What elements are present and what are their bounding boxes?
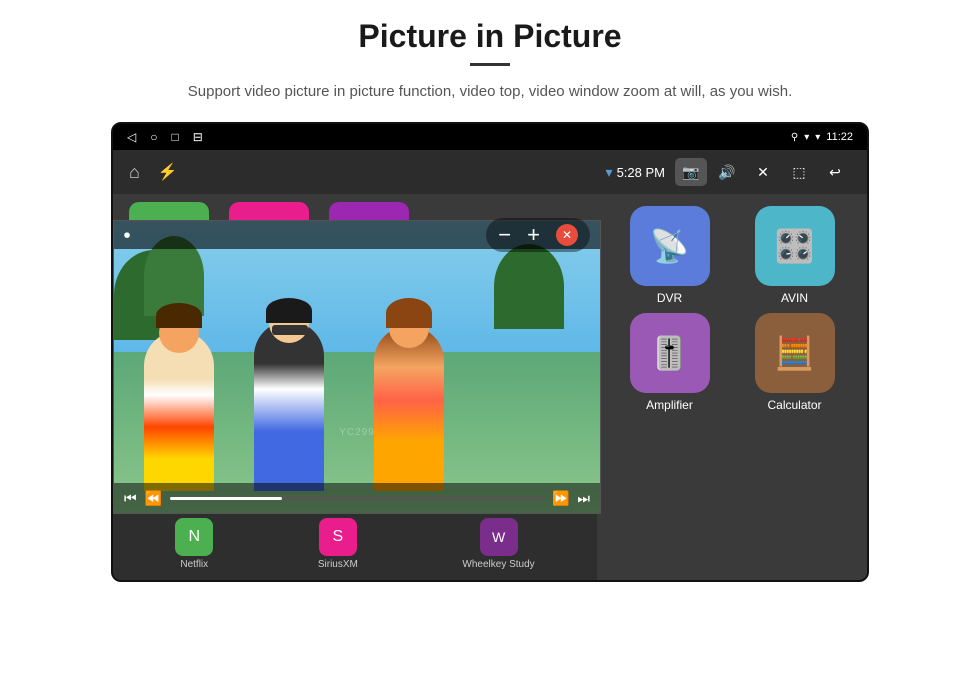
usb-icon[interactable]: ⚡ <box>158 162 178 182</box>
pip-bottom-bar: ⏮ ⏪ ⏩ ⏭ <box>114 483 600 513</box>
page-title: Picture in Picture <box>358 18 621 55</box>
siriusxm-label: SiriusXM <box>318 559 358 570</box>
volume-icon: 🔊 <box>718 164 735 181</box>
page-container: Picture in Picture Support video picture… <box>0 0 980 691</box>
location-icon: ⚲ <box>791 132 798 143</box>
pip-frame-button[interactable]: ⬚ <box>783 158 815 186</box>
pip-minus-button[interactable]: − <box>498 222 511 248</box>
status-bar: ◁ ○ □ ⊟ ⚲ ▾ ▾ 11:22 <box>113 124 867 150</box>
status-bar-right: ⚲ ▾ ▾ 11:22 <box>791 131 853 143</box>
page-subtitle: Support video picture in picture functio… <box>188 80 792 104</box>
title-divider <box>470 63 510 66</box>
apps-row-2: 🎚️ Amplifier 🧮 Calculator <box>607 313 857 412</box>
dvr-app-cell[interactable]: 📡 DVR <box>615 206 725 305</box>
menu-icon[interactable]: ⊟ <box>193 130 203 144</box>
calculator-label: Calculator <box>767 398 821 412</box>
video-background <box>114 221 600 513</box>
siriusxm-icon-box: S <box>319 518 357 556</box>
netflix-label: Netflix <box>180 559 208 570</box>
amplifier-label: Amplifier <box>646 398 693 412</box>
toolbar-left: ⌂ ⚡ <box>129 162 178 183</box>
wheelkey-icon-box: W <box>480 518 518 556</box>
home-android-icon[interactable]: ○ <box>150 130 157 144</box>
netflix-app-cell[interactable]: N Netflix <box>175 518 213 570</box>
undo-button[interactable]: ↩ <box>819 158 851 186</box>
recents-icon[interactable]: □ <box>171 130 178 144</box>
dvr-label: DVR <box>657 291 682 305</box>
rewind-icon[interactable]: ⏪ <box>145 490 162 507</box>
app-toolbar: ⌂ ⚡ ▾ 5:28 PM 📷 🔊 ✕ ⬚ ↩ <box>113 150 867 194</box>
avin-icon-box: 🎛️ <box>755 206 835 286</box>
close-x-icon: ✕ <box>757 164 769 181</box>
calculator-icon-box: 🧮 <box>755 313 835 393</box>
camera-button[interactable]: 📷 <box>675 158 707 186</box>
undo-icon: ↩ <box>829 164 841 181</box>
avin-app-cell[interactable]: 🎛️ AVIN <box>740 206 850 305</box>
dvr-icon-box: 📡 <box>630 206 710 286</box>
record-icon: ⏺ <box>124 228 130 243</box>
pip-resize-controls[interactable]: − + ✕ <box>486 218 590 252</box>
calculator-app-cell[interactable]: 🧮 Calculator <box>740 313 850 412</box>
status-time: 11:22 <box>826 131 853 143</box>
avin-label: AVIN <box>781 291 808 305</box>
pip-plus-button[interactable]: + <box>527 222 540 248</box>
toolbar-time: 5:28 PM <box>617 165 665 180</box>
prev-icon[interactable]: ⏮ <box>124 490 137 507</box>
right-apps-grid: 📡 DVR 🎛️ AVIN 🎚️ <box>597 194 867 580</box>
home-icon[interactable]: ⌂ <box>129 162 140 183</box>
pip-close-button[interactable]: ✕ <box>556 224 578 246</box>
pip-frame-icon: ⬚ <box>792 164 805 181</box>
pip-progress-bar[interactable] <box>170 497 544 500</box>
back-icon[interactable]: ◁ <box>127 130 136 144</box>
siriusxm-app-cell[interactable]: S SiriusXM <box>318 518 358 570</box>
amplifier-icon-box: 🎚️ <box>630 313 710 393</box>
signal-icon: ▾ <box>804 132 809 143</box>
toolbar-right: ▾ 5:28 PM 📷 🔊 ✕ ⬚ ↩ <box>606 158 851 186</box>
wifi-icon: ▾ <box>606 164 613 181</box>
device-frame: ◁ ○ □ ⊟ ⚲ ▾ ▾ 11:22 ⌂ ⚡ ▾ 5:28 PM � <box>111 122 869 582</box>
pip-top-bar-left: ⏺ <box>124 228 130 243</box>
watermark: YC299 <box>339 427 375 438</box>
wheelkey-label: Wheelkey Study <box>462 559 534 570</box>
wheelkey-app-cell[interactable]: W Wheelkey Study <box>462 518 534 570</box>
close-button[interactable]: ✕ <box>747 158 779 186</box>
camera-icon: 📷 <box>682 164 699 181</box>
pip-progress-fill <box>170 497 282 500</box>
volume-button[interactable]: 🔊 <box>711 158 743 186</box>
next-icon[interactable]: ⏭ <box>577 490 590 507</box>
signal2-icon: ▾ <box>815 132 820 143</box>
forward-icon[interactable]: ⏩ <box>552 490 569 507</box>
amplifier-app-cell[interactable]: 🎚️ Amplifier <box>615 313 725 412</box>
bottom-app-strip: N Netflix S SiriusXM W Wheelkey Study <box>113 508 597 580</box>
pip-video-container[interactable]: ⏺ − + ✕ ⏮ ⏪ ⏩ ⏭ YC299 <box>113 220 601 514</box>
pip-top-bar: ⏺ − + ✕ <box>114 221 600 249</box>
status-bar-nav: ◁ ○ □ ⊟ <box>127 130 203 144</box>
netflix-icon-box: N <box>175 518 213 556</box>
pip-close-icon: ✕ <box>562 228 572 242</box>
apps-row-1: 📡 DVR 🎛️ AVIN <box>607 206 857 305</box>
